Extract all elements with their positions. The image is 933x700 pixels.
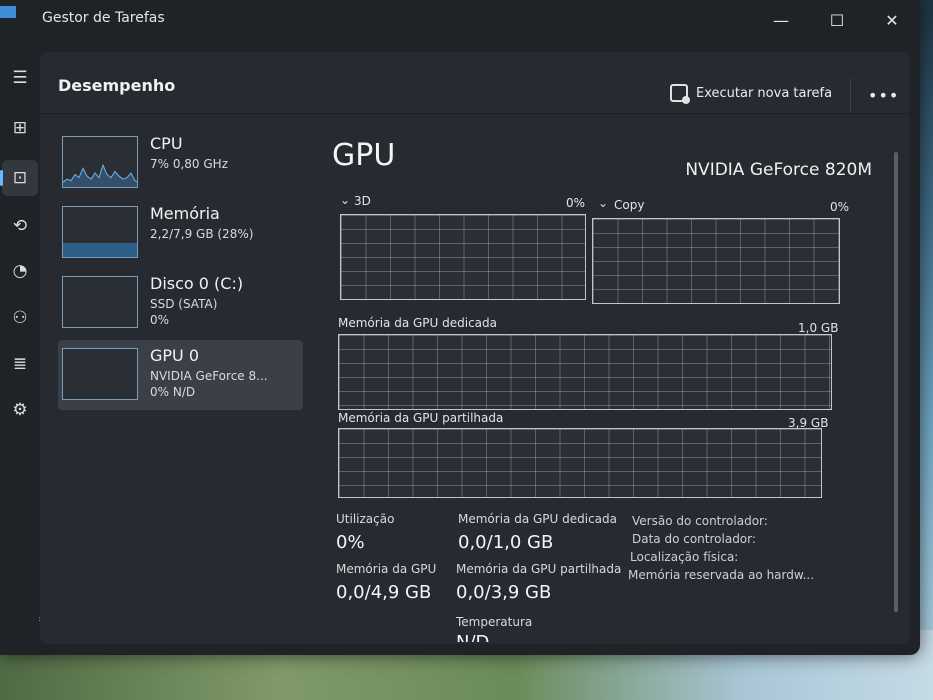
disk-thumbnail-graph	[62, 276, 138, 328]
maximize-button[interactable]: ☐	[814, 6, 860, 34]
startup-apps-icon[interactable]: ◔	[0, 253, 40, 289]
dedicated-memory-graph	[338, 334, 832, 410]
device-usage: 2,2/7,9 GB (28%)	[150, 227, 254, 241]
navigation-sidebar: ☰ ⊞ ⊡ ⟲ ◔ ⚇ ≣ ⚙	[0, 40, 40, 655]
device-model: NVIDIA GeForce 8...	[150, 369, 268, 383]
detail-title: GPU	[332, 138, 396, 173]
app-history-icon[interactable]: ⟲	[0, 208, 40, 244]
more-options-icon[interactable]: •••	[868, 86, 899, 105]
performance-icon[interactable]: ⊡	[0, 160, 38, 196]
cpu-sparkline	[63, 163, 137, 187]
memory-usage-fill	[63, 243, 137, 257]
users-icon[interactable]: ⚇	[0, 300, 40, 336]
hamburger-menu-icon[interactable]: ☰	[0, 60, 40, 96]
device-name: Memória	[150, 204, 220, 223]
driver-version-label: Versão do controlador:	[632, 514, 768, 528]
run-task-icon	[670, 84, 690, 104]
device-item-memory[interactable]: Memória 2,2/7,9 GB (28%)	[58, 198, 303, 268]
device-usage: 0%	[150, 313, 170, 327]
minimize-button[interactable]: —	[758, 6, 804, 34]
engine2-chevron-icon[interactable]: ⌄	[598, 196, 608, 210]
device-name: Disco 0 (C:)	[150, 274, 244, 293]
close-button[interactable]: ✕	[869, 6, 915, 34]
dedicated-memory-stat-value: 0,0/1,0 GB	[458, 532, 554, 553]
device-item-gpu[interactable]: GPU 0 NVIDIA GeForce 8... 0% N/D	[58, 340, 303, 410]
device-item-disk[interactable]: Disco 0 (C:) SSD (SATA) 0%	[58, 268, 303, 338]
driver-date-label: Data do controlador:	[632, 532, 756, 546]
gpu-thumbnail-graph	[62, 348, 138, 400]
reserved-memory-label: Memória reservada ao hardw...	[628, 568, 815, 582]
run-new-task-label: Executar nova tarefa	[696, 85, 833, 101]
engine1-chevron-icon[interactable]: ⌄	[340, 193, 350, 207]
dedicated-memory-stat-label: Memória da GPU dedicada	[458, 512, 617, 526]
run-new-task-button[interactable]: Executar nova tarefa	[670, 84, 833, 104]
task-manager-window: Gestor de Tarefas — ☐ ✕ ☰ ⊞ ⊡ ⟲ ◔ ⚇ ≣ ⚙ …	[0, 0, 920, 655]
performance-page: Desempenho Executar nova tarefa ••• CPU …	[40, 52, 910, 644]
details-icon[interactable]: ≣	[0, 346, 40, 382]
shared-memory-label: Memória da GPU partilhada	[338, 411, 504, 425]
engine2-graph	[592, 218, 840, 304]
engine1-selector[interactable]: 3D	[354, 194, 371, 208]
gpu-memory-label: Memória da GPU	[336, 562, 437, 576]
dedicated-memory-max: 1,0 GB	[798, 321, 839, 335]
utilization-label: Utilização	[336, 512, 395, 526]
vertical-scrollbar[interactable]	[894, 152, 898, 612]
dedicated-memory-label: Memória da GPU dedicada	[338, 316, 497, 330]
gpu-model-name: NVIDIA GeForce 820M	[685, 160, 872, 180]
shared-memory-stat-value: 0,0/3,9 GB	[456, 582, 552, 603]
engine2-selector[interactable]: Copy	[614, 198, 644, 212]
device-item-cpu[interactable]: CPU 7% 0,80 GHz	[58, 128, 303, 198]
utilization-value: 0%	[336, 532, 365, 553]
temperature-label: Temperatura	[456, 615, 533, 629]
device-usage: 7% 0,80 GHz	[150, 157, 229, 171]
window-title: Gestor de Tarefas	[42, 10, 165, 26]
header-separator	[850, 78, 851, 112]
page-title: Desempenho	[58, 76, 176, 95]
engine2-percent: 0%	[830, 200, 850, 214]
gpu-memory-value: 0,0/4,9 GB	[336, 582, 432, 603]
device-name: GPU 0	[150, 346, 200, 365]
shared-memory-graph	[338, 428, 822, 498]
page-header: Desempenho Executar nova tarefa •••	[40, 52, 910, 114]
processes-icon[interactable]: ⊞	[0, 110, 40, 146]
memory-thumbnail-graph	[62, 206, 138, 258]
temperature-value: N/D	[456, 632, 489, 642]
engine1-percent: 0%	[566, 196, 586, 210]
physical-location-label: Localização física:	[630, 550, 739, 564]
services-icon[interactable]: ⚙	[0, 392, 40, 428]
device-usage: 0% N/D	[150, 385, 196, 399]
shared-memory-stat-label: Memória da GPU partilhada	[456, 562, 622, 576]
cpu-thumbnail-graph	[62, 136, 138, 188]
task-manager-app-icon	[0, 6, 16, 18]
engine1-graph	[340, 214, 586, 300]
device-name: CPU	[150, 134, 183, 153]
device-type: SSD (SATA)	[150, 297, 218, 311]
title-bar[interactable]: Gestor de Tarefas — ☐ ✕	[0, 0, 920, 40]
